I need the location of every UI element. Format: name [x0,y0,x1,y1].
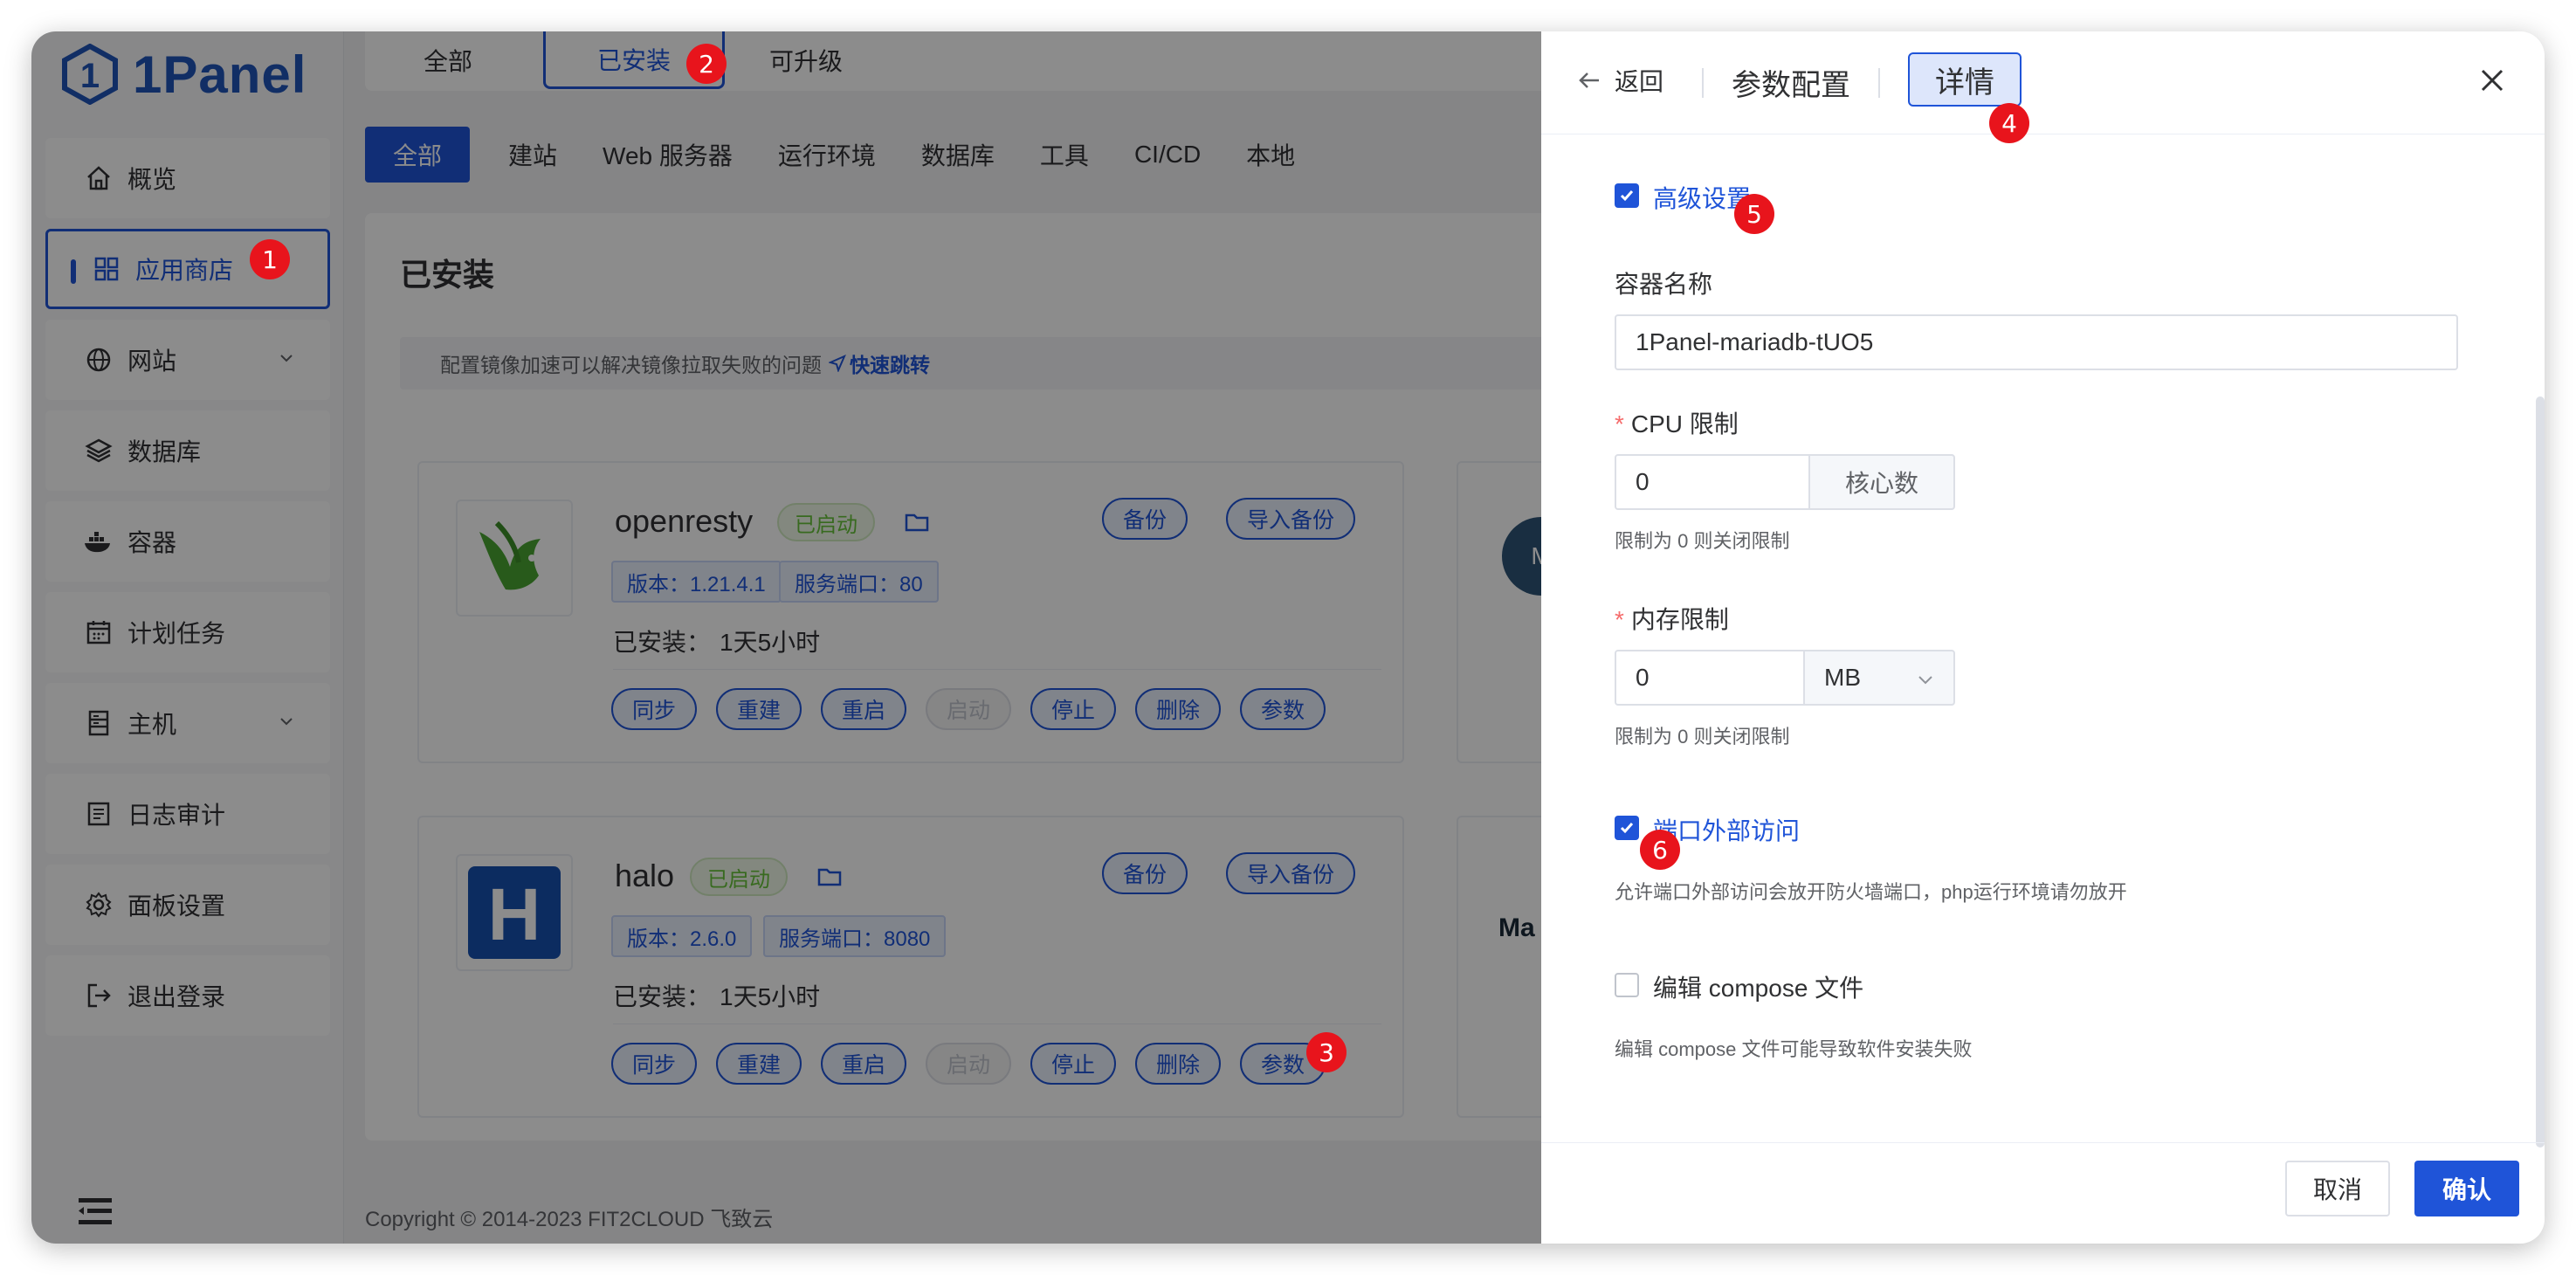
memory-unit-value: MB [1824,664,1861,691]
cancel-button[interactable]: 取消 [2285,1161,2390,1216]
header-divider [1702,68,1704,98]
close-icon[interactable] [2478,66,2506,94]
check-icon [1620,823,1634,834]
cpu-limit-hint: 限制为 0 则关闭限制 [1615,530,1790,552]
chevron-down-icon [1918,676,1932,685]
detail-button[interactable]: 详情 [1908,52,2022,107]
external-access-checkbox[interactable] [1615,816,1639,840]
cpu-unit-suffix: 核心数 [1808,454,1955,510]
cpu-limit-text: CPU 限制 [1630,410,1739,438]
step-marker-2: 2 [686,44,727,84]
container-name-label: 容器名称 [1615,271,1713,298]
step-marker-6: 6 [1640,830,1680,870]
step-marker-4: 4 [1989,103,2029,143]
confirm-button[interactable]: 确认 [2414,1161,2519,1216]
drawer-footer: 取消 确认 [1541,1142,2545,1244]
memory-limit-hint: 限制为 0 则关闭限制 [1615,726,1790,748]
step-marker-3: 3 [1306,1032,1347,1072]
edit-compose-label[interactable]: 编辑 compose 文件 [1653,969,1863,1004]
header-divider [1878,68,1880,98]
drawer-title: 参数配置 [1732,69,1850,102]
check-icon [1620,190,1634,202]
app-window: 1 1Panel 概览 应用商店 网站 数据库 容器 计划任务 主机 日志审计 … [31,31,2545,1244]
memory-unit-select[interactable]: MB [1803,650,1955,706]
drawer-scrollbar[interactable] [2536,396,2545,1148]
memory-limit-text: 内存限制 [1630,606,1729,633]
edit-compose-checkbox[interactable] [1615,973,1639,997]
memory-limit-input[interactable]: 0 [1615,650,1805,706]
back-label: 返回 [1615,68,1664,95]
advanced-checkbox[interactable] [1615,183,1639,208]
back-button[interactable]: 返回 [1578,63,1663,98]
edit-compose-hint: 编辑 compose 文件可能导致软件安装失败 [1615,1038,1973,1060]
step-marker-1: 1 [250,239,290,279]
drawer-header: 返回 参数配置 详情 [1541,31,2545,134]
cpu-limit-input[interactable]: 0 [1615,454,1810,510]
external-access-hint: 允许端口外部访问会放开防火墙端口，php运行环境请勿放开 [1615,881,2127,903]
required-mark: * [1615,606,1624,633]
param-config-drawer: 返回 参数配置 详情 高级设置 容器名称 1Panel-mariadb-tUO5… [1541,31,2545,1244]
container-name-input[interactable]: 1Panel-mariadb-tUO5 [1615,314,2458,370]
arrow-left-icon [1579,72,1599,88]
memory-limit-label: * 内存限制 [1615,601,1729,636]
cpu-limit-label: * CPU 限制 [1615,405,1739,440]
step-marker-5: 5 [1734,194,1774,234]
required-mark: * [1615,410,1624,438]
